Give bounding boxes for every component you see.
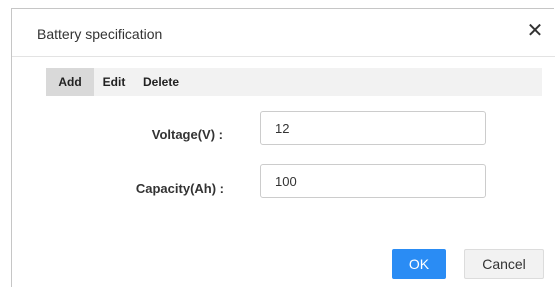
dialog-header: Battery specification ✕ [12, 9, 555, 57]
dialog-title: Battery specification [37, 26, 163, 42]
voltage-label: Voltage(V) : [151, 127, 223, 142]
close-icon[interactable]: ✕ [525, 21, 545, 41]
cancel-button[interactable]: Cancel [464, 249, 544, 279]
edit-button[interactable]: Edit [94, 68, 134, 96]
capacity-input[interactable] [260, 164, 486, 198]
voltage-input[interactable] [260, 111, 486, 145]
add-button[interactable]: Add [46, 68, 94, 96]
ok-button[interactable]: OK [392, 249, 446, 279]
capacity-label: Capacity(Ah) : [135, 181, 224, 196]
toolbar: Add Edit Delete [46, 68, 542, 96]
delete-button[interactable]: Delete [134, 68, 188, 96]
battery-spec-dialog: Battery specification ✕ Add Edit Delete … [11, 8, 555, 287]
